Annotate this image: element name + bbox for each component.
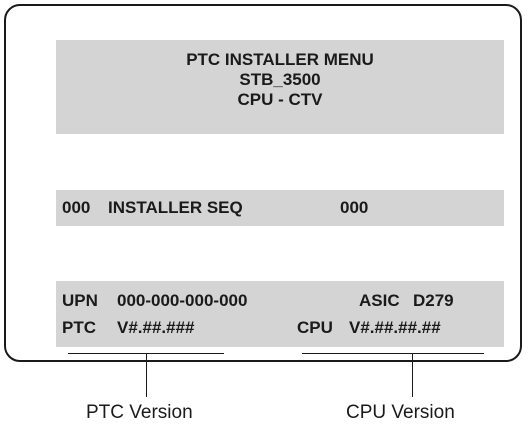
installer-seq-label: INSTALLER SEQ (108, 198, 243, 217)
cpu-label: CPU (297, 318, 333, 337)
cpu-version-value: V#.##.##.## (349, 318, 441, 337)
asic-value: D279 (413, 291, 454, 310)
device-model: STB_3500 (239, 70, 321, 89)
menu-title: PTC INSTALLER MENU (186, 50, 374, 69)
menu-title-panel: PTC INSTALLER MENU STB_3500 CPU - CTV (56, 40, 504, 134)
asic-label: ASIC (359, 291, 400, 310)
ptc-version-leader-line (146, 353, 147, 397)
installer-seq-left-value: 000 (62, 198, 91, 217)
ptc-label: PTC (62, 318, 96, 337)
cpu-version-caption: CPU Version (346, 402, 455, 423)
upn-label: UPN (62, 291, 98, 310)
cpu-version-underline (302, 353, 484, 354)
device-type: CPU - CTV (237, 90, 323, 109)
installer-seq-right-value: 000 (340, 198, 369, 217)
cpu-version-leader-line (412, 353, 413, 397)
installer-seq-row: 000 INSTALLER SEQ 000 (56, 190, 504, 226)
installer-menu-screen: PTC INSTALLER MENU STB_3500 CPU - CTV 00… (4, 4, 522, 362)
ptc-version-caption: PTC Version (86, 402, 193, 423)
version-info-panel: UPN 000-000-000-000 ASIC D279 PTC V#.##.… (56, 281, 504, 347)
upn-value: 000-000-000-000 (117, 291, 248, 310)
ptc-version-value: V#.##.### (117, 318, 195, 337)
